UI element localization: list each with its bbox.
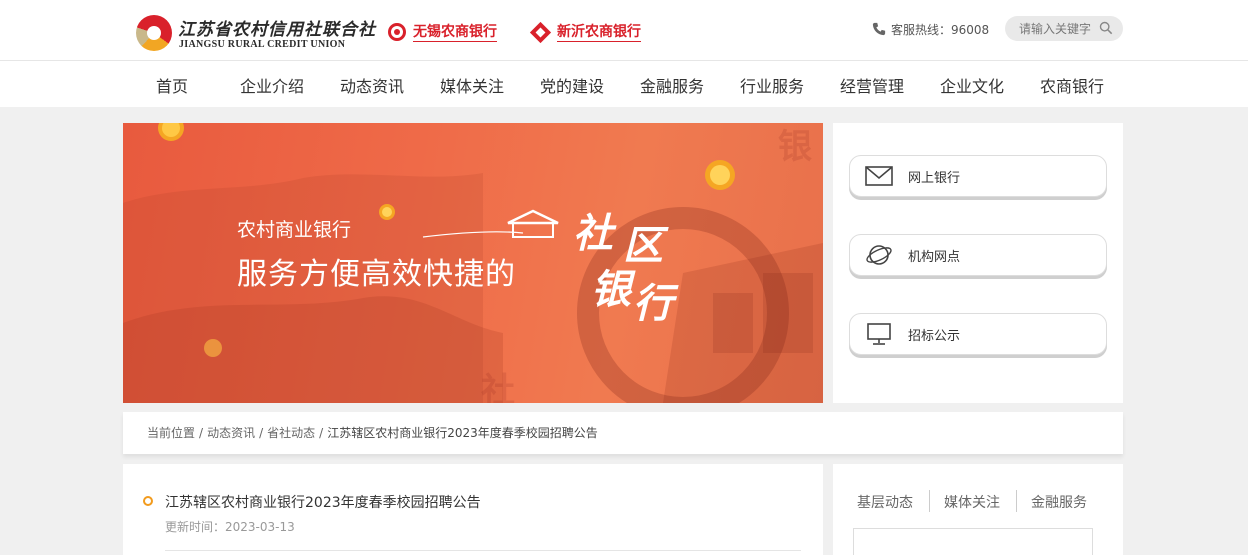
nav-item-industry-services[interactable]: 行业服务 bbox=[722, 73, 822, 97]
banner-char-yin: 银 bbox=[591, 266, 631, 313]
tab-financial-services[interactable]: 金融服务 bbox=[1031, 492, 1087, 512]
tab-divider bbox=[1016, 490, 1017, 512]
main-nav: 首页 企业介绍 动态资讯 媒体关注 党的建设 金融服务 行业服务 经营管理 企业… bbox=[0, 61, 1248, 107]
xinyi-bank-logo-icon bbox=[529, 21, 552, 43]
article-title: 江苏辖区农村商业银行2023年度春季校园招聘公告 bbox=[165, 495, 481, 511]
hero-banner[interactable]: 银 社 农村商业银行 服务方便高效快捷的 社 区 银 行 bbox=[123, 123, 823, 403]
nav-item-home[interactable]: 首页 bbox=[122, 73, 222, 97]
breadcrumb-location-label: 当前位置 bbox=[147, 426, 196, 440]
service-hotline: 客服热线：96008 bbox=[872, 20, 989, 38]
breadcrumb-provincial-news[interactable]: 省社动态 bbox=[267, 426, 315, 440]
breadcrumb: 当前位置 / 动态资讯 / 省社动态 / 江苏辖区农村商业银行2023年度春季校园招聘公告 bbox=[123, 412, 1123, 454]
nav-item-financial-services[interactable]: 金融服务 bbox=[622, 73, 722, 97]
banner-headline: 服务方便高效快捷的 bbox=[237, 257, 516, 292]
banner-subtitle: 农村商业银行 bbox=[237, 219, 352, 241]
bullet-circle-icon bbox=[143, 496, 153, 506]
tender-notice-label: 招标公示 bbox=[908, 328, 961, 344]
divider bbox=[165, 550, 801, 551]
banner-char-she: 社 bbox=[573, 210, 613, 257]
banner-char-hang: 行 bbox=[633, 280, 673, 327]
logo-mark-icon bbox=[136, 15, 172, 51]
nav-item-party-building[interactable]: 党的建设 bbox=[522, 73, 622, 97]
sidebar-tabs-panel: 基层动态 媒体关注 金融服务 bbox=[833, 464, 1123, 555]
banner-faint-char: 银 bbox=[778, 127, 812, 167]
tab-divider bbox=[929, 490, 930, 512]
logo-english-name: JIANGSU RURAL CREDIT UNION bbox=[179, 39, 346, 50]
mail-icon bbox=[865, 166, 893, 186]
search-input[interactable] bbox=[1019, 20, 1101, 37]
branch-locations-label: 机构网点 bbox=[908, 249, 961, 265]
nav-item-rural-banks[interactable]: 农商银行 bbox=[1022, 73, 1122, 97]
hotline-text: 客服热线：96008 bbox=[891, 22, 990, 37]
globe-icon bbox=[866, 245, 892, 265]
breadcrumb-current: 江苏辖区农村商业银行2023年度春季校园招聘公告 bbox=[327, 426, 598, 440]
nav-item-company-intro[interactable]: 企业介绍 bbox=[222, 73, 322, 97]
xinyi-bank-label: 新沂农商银行 bbox=[557, 23, 641, 42]
tender-notice-button[interactable]: 招标公示 bbox=[849, 313, 1107, 355]
branch-locations-button[interactable]: 机构网点 bbox=[849, 234, 1107, 276]
search-box bbox=[1005, 16, 1123, 41]
tab-content-box bbox=[853, 528, 1093, 555]
nav-item-management[interactable]: 经营管理 bbox=[822, 73, 922, 97]
phone-icon bbox=[872, 22, 886, 36]
tab-grassroots-news[interactable]: 基层动态 bbox=[857, 492, 913, 512]
online-banking-label: 网上银行 bbox=[908, 170, 961, 186]
article-date: 更新时间：2023-03-13 bbox=[165, 520, 295, 534]
nav-item-media[interactable]: 媒体关注 bbox=[422, 73, 522, 97]
logo-chinese-name: 江苏省农村信用社联合社 bbox=[178, 20, 376, 40]
wuxi-bank-logo-icon bbox=[388, 23, 406, 41]
nav-item-corporate-culture[interactable]: 企业文化 bbox=[922, 73, 1022, 97]
search-icon[interactable] bbox=[1099, 21, 1113, 35]
wuxi-bank-label: 无锡农商银行 bbox=[413, 23, 497, 42]
nav-item-news[interactable]: 动态资讯 bbox=[322, 73, 422, 97]
breadcrumb-news[interactable]: 动态资讯 bbox=[207, 426, 255, 440]
tab-media-attention[interactable]: 媒体关注 bbox=[944, 492, 1000, 512]
banner-faint-char: 社 bbox=[481, 371, 515, 403]
xinyi-bank-link[interactable]: 新沂农商银行 bbox=[529, 20, 641, 44]
quick-links-panel: 网上银行 机构网点 招标公示 bbox=[833, 123, 1123, 403]
monitor-icon bbox=[867, 323, 891, 345]
top-header: 江苏省农村信用社联合社 JIANGSU RURAL CREDIT UNION 无… bbox=[0, 0, 1248, 61]
article-panel: 江苏辖区农村商业银行2023年度春季校园招聘公告 更新时间：2023-03-13 bbox=[123, 464, 823, 555]
online-banking-button[interactable]: 网上银行 bbox=[849, 155, 1107, 197]
site-logo[interactable]: 江苏省农村信用社联合社 JIANGSU RURAL CREDIT UNION bbox=[136, 15, 375, 53]
wuxi-bank-link[interactable]: 无锡农商银行 bbox=[388, 20, 497, 44]
